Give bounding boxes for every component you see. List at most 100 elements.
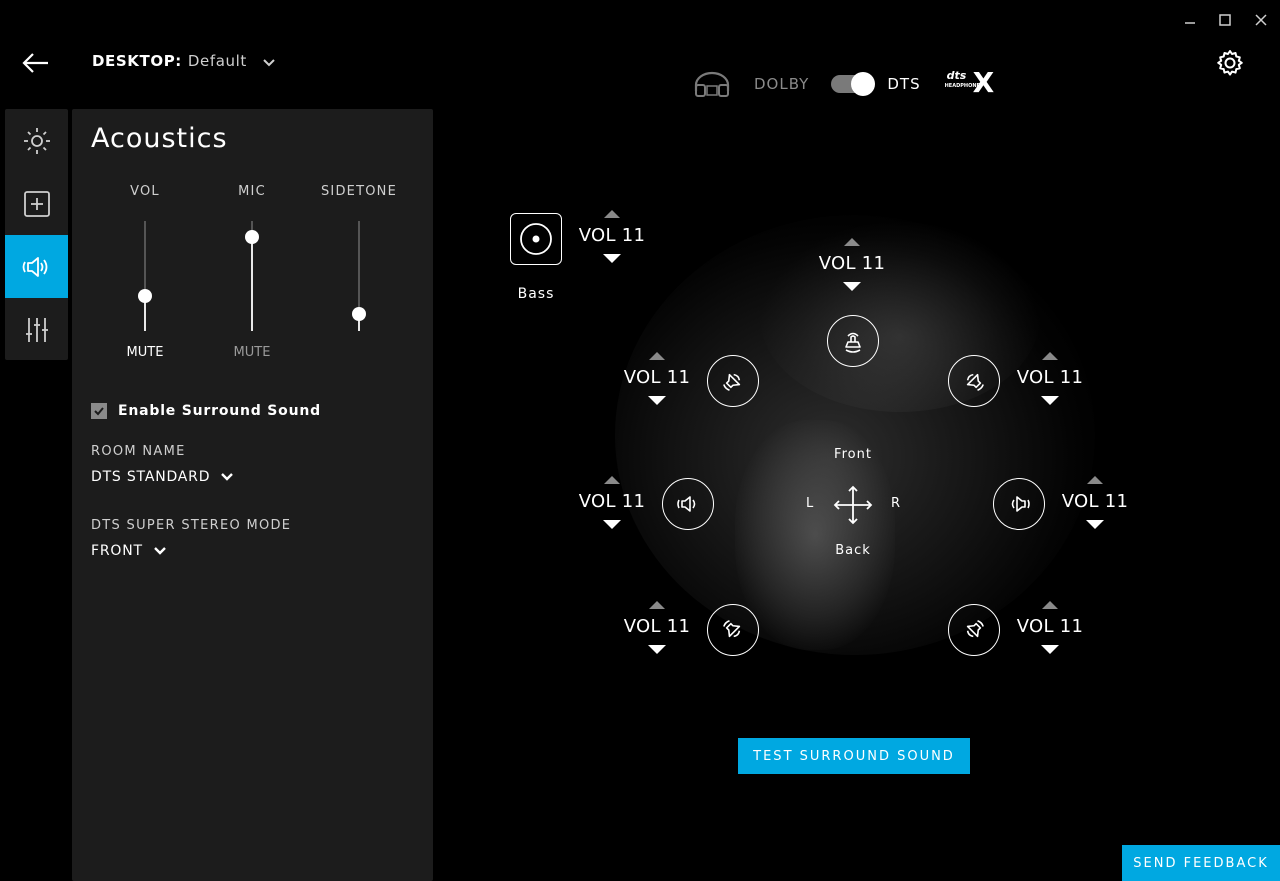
slider-fill bbox=[251, 237, 253, 331]
chevron-down-icon bbox=[221, 473, 234, 481]
position-move-handle[interactable] bbox=[833, 485, 873, 525]
audio-mode-switcher: DOLBY DTS dts HEADPHONE X bbox=[692, 66, 1007, 100]
front-right-speaker-icon bbox=[966, 373, 984, 391]
rear-left-speaker-button[interactable] bbox=[707, 604, 759, 656]
move-arrows-icon bbox=[833, 485, 873, 525]
side-left-speaker-button[interactable] bbox=[662, 478, 714, 530]
side-left-volume-down[interactable] bbox=[603, 520, 621, 529]
front-left-volume-up[interactable] bbox=[649, 352, 665, 360]
equalizer-icon bbox=[25, 317, 48, 342]
bass-volume-up[interactable] bbox=[604, 210, 620, 218]
rear-left-volume-down[interactable] bbox=[648, 645, 666, 654]
side-left-volume-control: VOL 11 bbox=[572, 476, 652, 529]
front-right-volume-control: VOL 11 bbox=[1010, 352, 1090, 405]
close-button[interactable] bbox=[1251, 10, 1271, 30]
stereo-mode-value: FRONT bbox=[91, 543, 143, 559]
front-right-volume-down[interactable] bbox=[1041, 396, 1059, 405]
front-left-volume-value: VOL 11 bbox=[623, 367, 691, 388]
vol-slider-label: VOL bbox=[130, 184, 160, 199]
send-feedback-button[interactable]: SEND FEEDBACK bbox=[1122, 845, 1280, 881]
rear-right-speaker-icon bbox=[966, 620, 984, 638]
stereo-mode-dropdown[interactable]: FRONT bbox=[91, 543, 167, 559]
rear-left-volume-value: VOL 11 bbox=[623, 616, 691, 637]
rear-right-speaker-button[interactable] bbox=[948, 604, 1000, 656]
stereo-mode-label: DTS SUPER STEREO MODE bbox=[91, 518, 292, 533]
mic-slider[interactable] bbox=[242, 221, 262, 331]
speaker-icon bbox=[22, 256, 47, 277]
front-left-volume-down[interactable] bbox=[648, 396, 666, 405]
side-right-volume-control: VOL 11 bbox=[1055, 476, 1135, 529]
sidetone-slider[interactable] bbox=[349, 221, 369, 331]
front-left-speaker-button[interactable] bbox=[707, 355, 759, 407]
maximize-button[interactable] bbox=[1215, 10, 1235, 30]
vol-slider[interactable] bbox=[135, 221, 155, 331]
side-right-speaker-button[interactable] bbox=[993, 478, 1045, 530]
center-volume-value: VOL 11 bbox=[818, 253, 886, 274]
center-volume-up[interactable] bbox=[844, 238, 860, 246]
side-left-speaker-icon bbox=[677, 496, 696, 512]
left-nav bbox=[5, 109, 68, 360]
nav-equalizer[interactable] bbox=[5, 298, 68, 361]
center-speaker-icon bbox=[845, 332, 861, 353]
rear-left-volume-up[interactable] bbox=[649, 601, 665, 609]
nav-lighting[interactable] bbox=[5, 109, 68, 172]
profile-selector[interactable]: DESKTOP: Default bbox=[92, 52, 277, 70]
headphone-icon bbox=[694, 71, 730, 97]
rear-left-speaker-icon bbox=[723, 620, 741, 638]
rear-right-volume-control: VOL 11 bbox=[1010, 601, 1090, 654]
side-right-volume-down[interactable] bbox=[1086, 520, 1104, 529]
bass-volume-down[interactable] bbox=[603, 254, 621, 263]
test-surround-button[interactable]: TEST SURROUND SOUND bbox=[738, 738, 970, 774]
center-speaker-button[interactable] bbox=[827, 315, 879, 367]
side-right-volume-up[interactable] bbox=[1087, 476, 1103, 484]
close-icon bbox=[1255, 14, 1267, 26]
maximize-icon bbox=[1219, 14, 1231, 26]
back-arrow-icon bbox=[22, 53, 48, 73]
settings-button[interactable] bbox=[1214, 47, 1246, 79]
room-name-value: DTS STANDARD bbox=[91, 469, 211, 485]
front-right-speaker-button[interactable] bbox=[948, 355, 1000, 407]
slider-thumb[interactable] bbox=[138, 289, 152, 303]
side-left-volume-value: VOL 11 bbox=[578, 491, 646, 512]
vol-mute-button[interactable]: MUTE bbox=[105, 345, 185, 360]
side-right-volume-value: VOL 11 bbox=[1061, 491, 1129, 512]
enable-surround-label: Enable Surround Sound bbox=[118, 403, 321, 419]
slider-thumb[interactable] bbox=[245, 230, 259, 244]
rear-right-volume-up[interactable] bbox=[1042, 601, 1058, 609]
front-right-volume-up[interactable] bbox=[1042, 352, 1058, 360]
front-left-volume-control: VOL 11 bbox=[617, 352, 697, 405]
center-volume-down[interactable] bbox=[843, 282, 861, 291]
audio-mode-toggle[interactable] bbox=[831, 72, 876, 96]
nav-acoustics[interactable] bbox=[5, 235, 68, 298]
side-left-volume-up[interactable] bbox=[604, 476, 620, 484]
front-left-speaker-icon bbox=[723, 373, 741, 391]
sun-icon bbox=[23, 127, 50, 154]
rear-right-volume-down[interactable] bbox=[1041, 645, 1059, 654]
bass-volume-control: VOL 11 bbox=[572, 210, 652, 263]
check-icon bbox=[94, 407, 104, 416]
acoustics-panel: Acoustics VOL MIC SIDETONE MUTE MUTE Ena… bbox=[72, 109, 433, 881]
chevron-down-icon bbox=[263, 59, 275, 67]
plus-square-icon bbox=[23, 190, 50, 217]
front-right-volume-value: VOL 11 bbox=[1016, 367, 1084, 388]
bass-volume-value: VOL 11 bbox=[578, 225, 646, 246]
room-name-label: ROOM NAME bbox=[91, 444, 186, 459]
back-direction-label: Back bbox=[835, 543, 871, 558]
side-right-speaker-icon bbox=[1011, 496, 1030, 512]
nav-assignments[interactable] bbox=[5, 172, 68, 235]
subwoofer-icon bbox=[520, 223, 552, 255]
enable-surround-checkbox[interactable]: Enable Surround Sound bbox=[91, 403, 321, 419]
minimize-button[interactable] bbox=[1180, 10, 1200, 30]
gear-icon bbox=[1217, 50, 1243, 76]
dts-headphone-x-logo: dts HEADPHONE X bbox=[945, 66, 1007, 99]
back-button[interactable] bbox=[20, 48, 52, 80]
bass-speaker-button[interactable] bbox=[510, 213, 562, 265]
room-name-dropdown[interactable]: DTS STANDARD bbox=[91, 469, 234, 485]
bass-label: Bass bbox=[517, 286, 555, 302]
checkbox-box bbox=[91, 403, 107, 419]
mic-mute-button[interactable]: MUTE bbox=[212, 345, 292, 360]
slider-thumb[interactable] bbox=[352, 307, 366, 321]
minimize-icon bbox=[1185, 22, 1195, 24]
profile-value: Default bbox=[187, 52, 247, 70]
left-direction-label: L bbox=[806, 496, 815, 511]
